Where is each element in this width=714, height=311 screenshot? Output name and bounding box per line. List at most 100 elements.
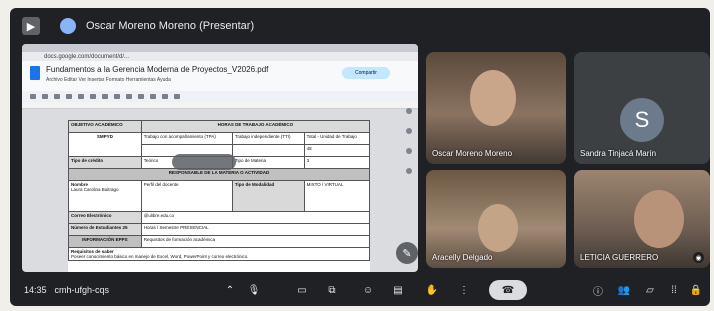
table-cell: Total - Unidad de Trabajo [303,132,371,145]
table-cell: Correo Electrónico [68,211,142,224]
underline-icon [138,94,144,99]
participant-video [478,204,518,252]
activities-icon[interactable]: ▤ [388,280,408,300]
lock-icon[interactable]: 🔒 [686,280,706,300]
ruler [22,102,418,109]
participant-name: Sandra Tinjacá Marín [580,149,657,158]
field-value: PRESENCIAL [180,225,209,230]
captions-icon[interactable]: ⌃ [220,280,240,300]
info-icon[interactable]: ⓘ [588,280,608,300]
contacts-icon [406,168,412,174]
more-vert-icon[interactable]: ⋮ [454,280,474,300]
presenting-title: Oscar Moreno Moreno (Presentar) [86,20,255,32]
participant-name: Aracelly Delgado [432,253,493,262]
field-value: 25 [122,225,128,230]
table-row: Requisitos de saber Poseer conocimiento b… [68,247,370,261]
table-row: Número de Estudiantes 25 Horas / Semestr… [68,223,371,236]
style-icon [90,94,96,99]
font-icon [102,94,108,99]
meeting-time: 14:35 [24,285,47,295]
table-cell: Trabajo con acompañamiento (TPA) [140,132,233,145]
camera-icon[interactable]: ▭ [292,280,312,300]
table-cell: MIXTO / VIRTUAL [303,180,371,212]
table-row: Correo Electrónico @ulibre.edu.co [68,211,371,224]
table-cell: Tipo de crédito [68,156,142,169]
shared-screen: docs.google.com/document/d/... Fundament… [22,44,418,272]
top-bar: ▶ Oscar Moreno Moreno (Presentar) [10,8,710,44]
table-cell [231,144,305,157]
table-cell: HORAS DE TRABAJO ACADÉMICO [140,120,371,133]
table-cell: SMPYD [68,132,142,157]
align-icon [174,94,180,99]
present-icon[interactable]: ⧉ [322,280,342,300]
participant-tile[interactable]: LETICIA GUERRERO ◉ [574,170,710,268]
hangup-button[interactable]: ☎ [489,280,527,300]
apps-grid-icon[interactable]: ⁞⁞ [664,280,684,300]
table-cell: Perfil del docente [140,180,233,212]
audio-indicator-icon: ◉ [693,252,704,263]
field-value: Laura Carolina Buitrago [71,187,119,192]
table-cell: Requisitos de formación académica [140,235,371,248]
edit-fab-icon: ✎ [396,242,418,264]
doc-toolbar [22,91,418,102]
doc-page: OBJETIVO ACADÉMICO HORAS DE TRABAJO ACAD… [68,120,371,272]
italic-icon [126,94,132,99]
hangup-icon: ☎ [501,284,515,296]
table-cell: Horas / Semestre PRESENCIAL [140,223,371,236]
field-label: Número de Estudiantes [71,225,122,230]
print-icon [54,94,60,99]
bold-icon [114,94,120,99]
participant-name: Oscar Moreno Moreno [432,149,513,158]
table-cell: 48 [303,144,371,157]
color-icon [150,94,156,99]
course-form-table: OBJETIVO ACADÉMICO HORAS DE TRABAJO ACAD… [68,120,371,261]
participant-tile[interactable]: Oscar Moreno Moreno [426,52,566,164]
doc-share-button: Compartir [342,67,390,79]
spellcheck-icon [66,94,72,99]
doc-side-panel [402,108,416,174]
tasks-icon [406,148,412,154]
chat-icon[interactable]: ▱ [640,280,660,300]
table-cell: Trabajo independiente (TTI) [231,132,305,145]
calendar-icon [406,108,412,114]
table-row: RESPONSABLE DE LA MATERIA O ACTIVIDAD [68,168,370,181]
doc-header: Fundamentos a la Gerencia Moderna de Pro… [22,61,418,91]
table-cell: INFORMACIÓN EPPS [68,235,142,248]
people-icon[interactable]: 👥 [614,280,634,300]
redo-icon [42,94,48,99]
raise-hand-icon[interactable]: ✋ [422,280,442,300]
avatar: S [620,98,664,142]
participant-tile[interactable]: S Sandra Tinjacá Marín [574,52,710,164]
link-icon [162,94,168,99]
presenter-icon [60,18,76,34]
meet-logo-icon: ▶ [22,17,40,35]
table-row: INFORMACIÓN EPPS Requisitos de formación… [68,235,371,248]
table-row: Nombre Laura Carolina Buitrago Perfil del… [68,180,371,212]
table-row: OBJETIVO ACADÉMICO HORAS DE TRABAJO ACAD… [68,120,371,133]
browser-tabs [22,44,418,52]
table-cell: @ulibre.edu.co [140,211,371,224]
docs-icon [30,66,40,80]
participant-name: LETICIA GUERRERO [580,253,659,262]
participant-tile[interactable]: Aracelly Delgado [426,170,566,268]
control-bar: 14:35 cmh-ufgh-cqs ⌃ 🎙 ▭ ⧉ ☺ ▤ ✋ ⋮ ☎ ⓘ 👥… [10,274,710,306]
field-value: Poseer conocimiento básico en manejo de … [71,254,249,259]
table-cell: OBJETIVO ACADÉMICO [68,120,142,133]
table-section: RESPONSABLE DE LA MATERIA O ACTIVIDAD [68,168,370,181]
table-cell: Tipo de Modalidad [231,180,305,212]
participant-video [470,70,516,126]
table-row: SMPYD Trabajo con acompañamiento (TPA) T… [68,132,371,157]
doc-title: Fundamentos a la Gerencia Moderna de Pro… [46,65,269,74]
meeting-code: cmh-ufgh-cqs [54,285,110,295]
meet-window: ▶ Oscar Moreno Moreno (Presentar) docs.g… [10,8,710,306]
microphone-icon[interactable]: 🎙 [244,280,264,300]
field-label: Horas / Semestre [143,225,179,230]
undo-icon [30,94,36,99]
keep-icon [406,128,412,134]
table-cell: Tipo de Materia [231,156,305,169]
table-cell: Número de Estudiantes 25 [68,223,142,236]
address-bar: docs.google.com/document/d/... [22,52,418,61]
emoji-icon[interactable]: ☺ [358,280,378,300]
address-text: docs.google.com/document/d/... [44,53,130,60]
table-cell: 3 [303,156,371,169]
